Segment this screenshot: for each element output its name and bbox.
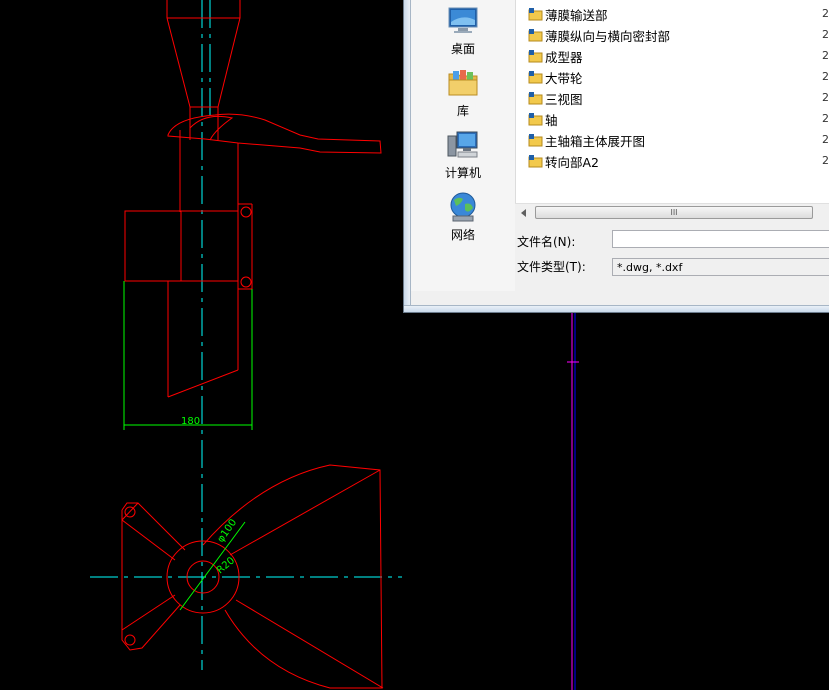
network-icon <box>450 192 476 222</box>
open-file-dialog: 桌面 库 计算机 网络 薄膜输送部 薄膜纵向与横向密封部 成型器 大带轮 三视图… <box>403 0 829 313</box>
dwg-folder-icon <box>528 155 543 168</box>
file-name: 薄膜纵向与横向密封部 <box>545 28 671 44</box>
list-item[interactable]: 成型器 <box>528 46 583 66</box>
dwg-folder-icon <box>528 92 543 105</box>
file-list[interactable]: 薄膜输送部 薄膜纵向与横向密封部 成型器 大带轮 三视图 轴 主轴箱主体展开图 <box>515 0 829 203</box>
dialog-frame-left <box>404 0 411 312</box>
file-name: 主轴箱主体展开图 <box>545 133 646 149</box>
file-name: 大带轮 <box>545 70 583 86</box>
dwg-folder-icon <box>528 50 543 63</box>
file-date: 2 <box>822 7 829 20</box>
dimension-width <box>123 281 253 430</box>
dimension-diameter-label: φ100 <box>215 517 239 544</box>
file-date: 2 <box>822 154 829 167</box>
file-date: 2 <box>822 28 829 41</box>
place-label: 桌面 <box>450 42 475 56</box>
file-date: 2 <box>822 133 829 146</box>
place-label: 库 <box>456 104 469 118</box>
file-date: 2 <box>822 70 829 83</box>
list-item[interactable]: 薄膜纵向与横向密封部 <box>528 25 670 45</box>
scrollbar-grip: III <box>670 208 678 217</box>
place-label: 计算机 <box>444 166 481 180</box>
file-date: 2 <box>822 49 829 62</box>
list-item[interactable]: 轴 <box>528 109 558 129</box>
library-icon <box>448 70 478 96</box>
scroll-left-arrow-icon[interactable] <box>521 209 526 217</box>
file-name: 薄膜输送部 <box>545 7 608 23</box>
place-desktop[interactable]: 桌面 <box>411 4 515 57</box>
filetype-label: 文件类型(T): <box>517 260 586 274</box>
dwg-folder-icon <box>528 71 543 84</box>
list-item[interactable]: 大带轮 <box>528 67 583 87</box>
file-date: 2 <box>822 91 829 104</box>
list-item[interactable]: 主轴箱主体展开图 <box>528 130 645 150</box>
file-name: 成型器 <box>545 49 583 65</box>
computer-icon <box>447 131 478 158</box>
place-network[interactable]: 网络 <box>411 190 515 243</box>
list-item[interactable]: 薄膜输送部 <box>528 4 608 24</box>
place-computer[interactable]: 计算机 <box>411 128 515 181</box>
filename-label: 文件名(N): <box>517 235 576 249</box>
list-item[interactable]: 转向部A2 <box>528 151 599 171</box>
list-item[interactable]: 三视图 <box>528 88 583 108</box>
dwg-folder-icon <box>528 134 543 147</box>
dwg-folder-icon <box>528 8 543 21</box>
place-label: 网络 <box>450 228 475 242</box>
dimension-width-label: 180 <box>181 416 200 427</box>
file-name: 三视图 <box>545 91 583 107</box>
desktop-icon <box>448 7 478 33</box>
filename-input[interactable] <box>612 230 829 248</box>
filetype-select[interactable]: *.dwg, *.dxf <box>612 258 829 276</box>
file-name: 转向部A2 <box>545 154 600 170</box>
places-bar: 桌面 库 计算机 网络 <box>411 0 515 291</box>
place-library[interactable]: 库 <box>411 66 515 119</box>
dwg-folder-icon <box>528 29 543 42</box>
forming-collar <box>167 113 382 370</box>
file-name: 轴 <box>545 112 558 128</box>
dwg-folder-icon <box>528 113 543 126</box>
file-date: 2 <box>822 112 829 125</box>
dialog-frame-bottom <box>404 305 829 312</box>
scrollbar-thumb[interactable]: III <box>535 206 813 219</box>
horizontal-scrollbar[interactable]: III <box>515 203 829 221</box>
tube-body <box>124 203 253 398</box>
